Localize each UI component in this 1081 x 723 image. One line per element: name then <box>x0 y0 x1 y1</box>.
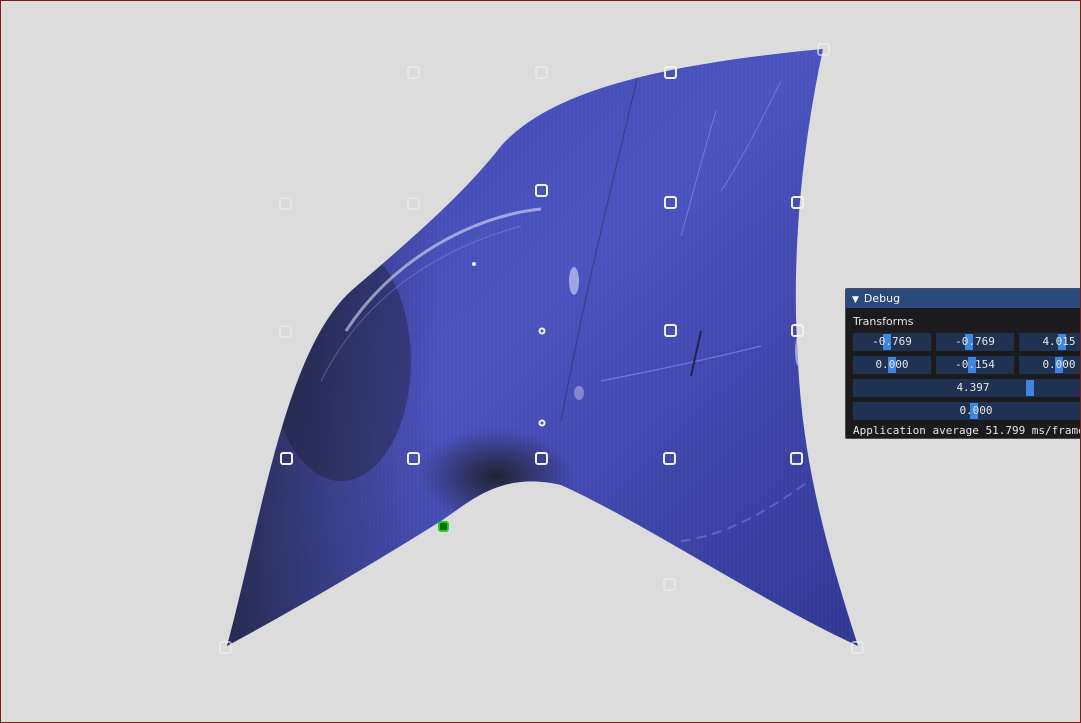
control-point[interactable] <box>279 325 292 338</box>
angle-field[interactable]: 0.000 <box>853 402 1080 420</box>
slider-grab-handle[interactable] <box>1026 380 1034 396</box>
control-point[interactable] <box>472 262 476 266</box>
control-point[interactable] <box>407 66 420 79</box>
zoom-slider[interactable]: 4.397 <box>853 379 1080 397</box>
control-point[interactable] <box>535 66 548 79</box>
collapse-arrow-icon[interactable]: ▼ <box>852 291 859 310</box>
transform-field[interactable]: 0.000 <box>1019 356 1080 374</box>
transform-field[interactable]: -0.769 <box>853 333 931 351</box>
debug-title-bar[interactable]: ▼ Debug <box>846 289 1080 310</box>
transform-field[interactable]: 4.015 <box>1019 333 1080 351</box>
transform-field[interactable]: -0.769 <box>936 333 1014 351</box>
transform-field[interactable]: -0.154 <box>936 356 1014 374</box>
debug-window[interactable]: ▼ Debug Transforms -0.769 -0.769 4.015 0.… <box>845 288 1081 439</box>
frame-time-text: Application average 51.799 ms/frame <box>853 424 1081 437</box>
control-point[interactable] <box>663 578 676 591</box>
control-point[interactable] <box>279 197 292 210</box>
surface-mesh <box>227 49 858 646</box>
control-point[interactable] <box>407 197 420 210</box>
debug-title: Debug <box>863 292 901 305</box>
selected-control-point[interactable] <box>438 521 449 532</box>
viewport-canvas[interactable]: ▼ Debug Transforms -0.769 -0.769 4.015 0.… <box>0 0 1081 723</box>
transform-field[interactable]: 0.000 <box>853 356 931 374</box>
transforms-label: Transforms <box>853 315 914 328</box>
